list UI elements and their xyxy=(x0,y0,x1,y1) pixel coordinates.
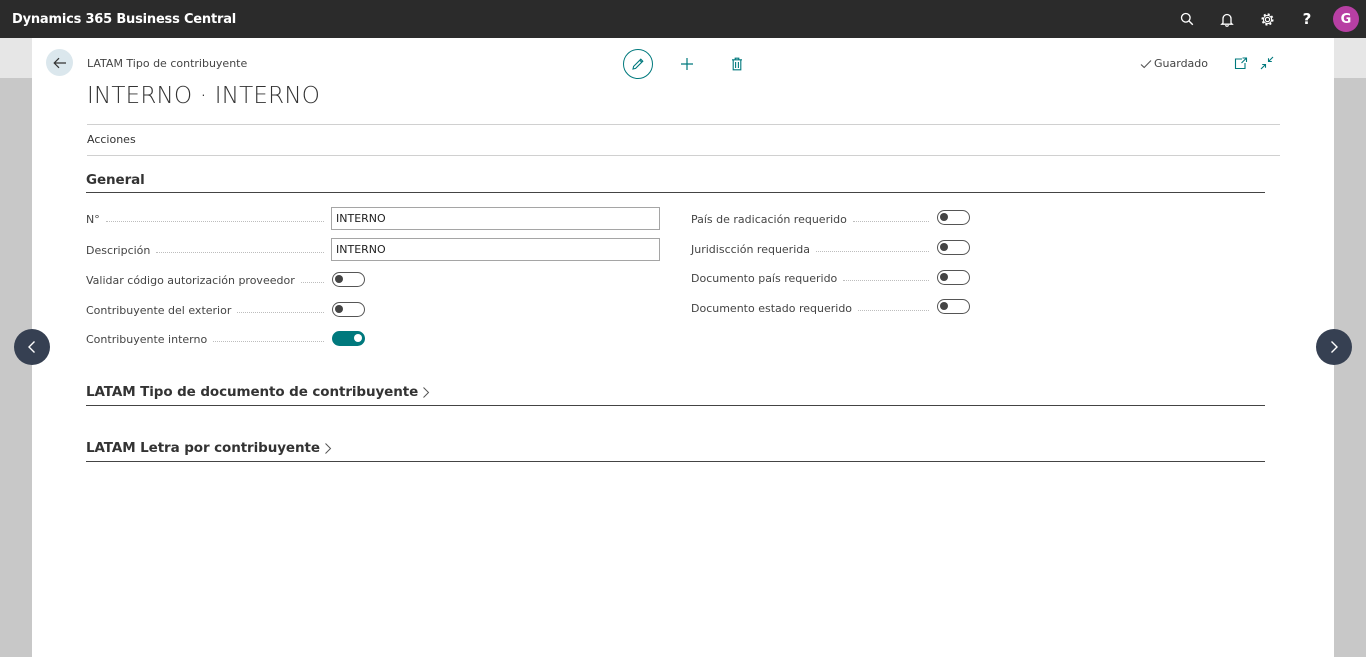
documento-pais-toggle[interactable] xyxy=(937,270,970,285)
tipo-documento-section-header[interactable]: LATAM Tipo de documento de contribuyente xyxy=(86,384,430,400)
field-contribuyente-interno-label: Contribuyente interno xyxy=(86,332,208,346)
app-title[interactable]: Dynamics 365 Business Central xyxy=(12,12,236,27)
toggle-knob xyxy=(940,243,948,251)
title-divider xyxy=(87,124,1280,125)
documento-estado-toggle[interactable] xyxy=(937,299,970,314)
letra-section-title: LATAM Letra por contribuyente xyxy=(86,440,320,456)
field-contribuyente-exterior-label: Contribuyente del exterior xyxy=(86,303,232,317)
tipo-documento-section-rule xyxy=(86,405,1265,406)
descripcion-input[interactable]: INTERNO xyxy=(331,238,660,261)
field-descripcion: Descripción xyxy=(86,238,330,262)
help-glyph: ? xyxy=(1302,10,1312,28)
letra-section-header[interactable]: LATAM Letra por contribuyente xyxy=(86,440,332,456)
popout-icon xyxy=(1234,56,1248,69)
field-leader xyxy=(858,309,929,311)
field-validar-codigo: Validar código autorización proveedor xyxy=(86,268,330,292)
toggle-knob xyxy=(354,334,362,342)
field-leader xyxy=(852,220,929,222)
trash-icon xyxy=(732,57,742,71)
pencil-icon xyxy=(632,58,644,70)
contribuyente-exterior-toggle[interactable] xyxy=(332,302,365,317)
field-validar-codigo-label: Validar código autorización proveedor xyxy=(86,273,295,287)
actions-menu[interactable]: Acciones xyxy=(87,133,136,146)
search-icon[interactable] xyxy=(1167,0,1207,38)
delete-button[interactable] xyxy=(727,52,747,76)
field-leader xyxy=(816,250,929,252)
toggle-knob xyxy=(940,302,948,310)
field-documento-estado: Documento estado requerido xyxy=(691,296,935,320)
field-documento-pais-label: Documento país requerido xyxy=(691,271,838,285)
field-jurisdiccion-label: Juridiscción requerida xyxy=(691,242,810,256)
chevron-right-icon xyxy=(423,386,430,398)
checkmark-icon xyxy=(1140,59,1152,68)
collapse-button[interactable] xyxy=(1258,54,1276,72)
field-descripcion-label: Descripción xyxy=(86,243,151,257)
toggle-knob xyxy=(940,213,948,221)
gear-icon[interactable] xyxy=(1247,0,1287,38)
previous-record-button[interactable] xyxy=(14,329,50,365)
chevron-right-icon xyxy=(1331,341,1338,353)
general-section-header[interactable]: General xyxy=(86,172,145,188)
next-record-button[interactable] xyxy=(1316,329,1352,365)
validar-codigo-toggle[interactable] xyxy=(332,272,365,287)
open-new-window-button[interactable] xyxy=(1232,54,1250,72)
field-contribuyente-exterior: Contribuyente del exterior xyxy=(86,298,330,322)
page-title: INTERNO · INTERNO xyxy=(87,83,321,109)
pais-radicacion-toggle[interactable] xyxy=(937,210,970,225)
field-leader xyxy=(105,220,324,222)
app-header: Dynamics 365 Business Central xyxy=(0,0,1366,38)
help-icon[interactable]: ? xyxy=(1287,0,1327,38)
tipo-documento-section-title: LATAM Tipo de documento de contribuyente xyxy=(86,384,419,400)
field-contribuyente-interno: Contribuyente interno xyxy=(86,327,330,351)
field-documento-estado-label: Documento estado requerido xyxy=(691,301,853,315)
chevron-left-icon xyxy=(28,341,35,353)
back-button[interactable] xyxy=(46,49,73,76)
general-section-title: General xyxy=(86,172,145,188)
saved-label: Guardado xyxy=(1154,57,1209,70)
saved-status: Guardado xyxy=(1140,57,1208,70)
edit-button[interactable] xyxy=(623,49,653,79)
actions-divider xyxy=(87,155,1280,156)
field-documento-pais: Documento país requerido xyxy=(691,266,935,290)
field-leader xyxy=(156,251,324,253)
field-leader xyxy=(300,281,324,283)
general-section-rule xyxy=(86,192,1265,193)
field-leader xyxy=(843,279,929,281)
arrow-left-icon xyxy=(52,57,66,68)
header-icons: ? G xyxy=(1167,0,1366,38)
field-no-label: N° xyxy=(86,212,100,226)
toggle-knob xyxy=(335,305,343,313)
chevron-right-icon xyxy=(325,442,332,454)
bell-icon[interactable] xyxy=(1207,0,1247,38)
field-leader xyxy=(237,311,324,313)
no-input[interactable]: INTERNO xyxy=(331,207,660,230)
letra-section-rule xyxy=(86,461,1265,462)
field-leader xyxy=(213,340,324,342)
card-panel: LATAM Tipo de contribuyente INTERNO · IN… xyxy=(32,38,1334,657)
jurisdiccion-toggle[interactable] xyxy=(937,240,970,255)
new-button[interactable] xyxy=(677,52,697,76)
contribuyente-interno-toggle[interactable] xyxy=(332,331,365,346)
field-pais-radicacion: País de radicación requerido xyxy=(691,207,935,231)
plus-icon xyxy=(681,58,693,70)
field-no: N° xyxy=(86,207,330,231)
toggle-knob xyxy=(335,275,343,283)
collapse-arrows-icon xyxy=(1260,56,1274,70)
user-avatar[interactable]: G xyxy=(1333,6,1359,32)
field-pais-radicacion-label: País de radicación requerido xyxy=(691,212,847,226)
breadcrumb: LATAM Tipo de contribuyente xyxy=(87,57,248,70)
toggle-knob xyxy=(940,273,948,281)
field-jurisdiccion: Juridiscción requerida xyxy=(691,237,935,261)
